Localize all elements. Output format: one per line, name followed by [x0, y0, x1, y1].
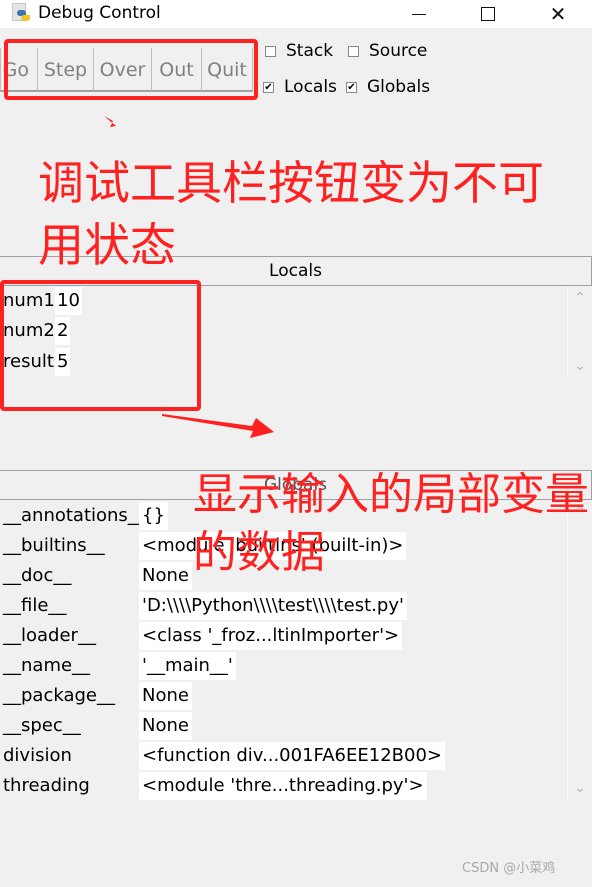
scroll-up-icon[interactable]: ⌃: [574, 291, 586, 305]
var-name: __package__: [3, 685, 115, 706]
var-name: num2: [3, 320, 55, 341]
over-button[interactable]: Over: [94, 48, 152, 92]
watermark: CSDN @小菜鸡: [462, 861, 556, 876]
go-button[interactable]: Go: [0, 48, 38, 92]
locals-scrollbar[interactable]: ⌃ ⌄: [567, 286, 592, 378]
maximize-icon: [481, 7, 495, 21]
minimize-icon: [412, 13, 426, 15]
checkbox-label: Globals: [367, 77, 431, 97]
checkbox-box[interactable]: ✔: [346, 81, 357, 93]
python-app-icon: [10, 3, 30, 23]
var-value: {}: [139, 502, 168, 530]
var-value: None: [139, 682, 192, 710]
globals-header: Globals: [0, 470, 592, 500]
locals-checkbox[interactable]: ✔ Locals: [263, 77, 337, 97]
checkbox-label: Source: [369, 41, 428, 61]
var-name: __doc__: [3, 565, 72, 586]
var-value: <class '_froz...ltinImporter'>: [139, 622, 403, 650]
var-name: __spec__: [3, 715, 81, 736]
var-value: 5: [55, 348, 71, 376]
var-name: threading: [3, 775, 90, 796]
var-name: __builtins__: [3, 535, 105, 556]
scroll-up-icon[interactable]: ⌃: [574, 505, 586, 519]
quit-button[interactable]: Quit: [202, 48, 253, 92]
stack-checkbox[interactable]: Stack: [265, 41, 333, 61]
var-name: num1: [3, 290, 55, 311]
maximize-button[interactable]: [465, 0, 511, 28]
var-value: 'D:\\\\Python\\\\test\\\\test.py': [139, 592, 407, 620]
checkbox-label: Stack: [286, 41, 334, 61]
checkbox-box[interactable]: [265, 45, 276, 57]
var-name: __annotations__: [3, 505, 146, 526]
var-name: __name__: [3, 655, 91, 676]
globals-scrollbar[interactable]: ⌃ ⌄: [567, 500, 592, 800]
checkbox-box[interactable]: [348, 45, 359, 57]
var-value: <module 'builtins' (built-in)>: [139, 532, 407, 560]
close-button[interactable]: ✕: [535, 0, 581, 28]
checkbox-box[interactable]: ✔: [263, 81, 274, 93]
var-name: division: [3, 745, 72, 766]
var-value: 10: [55, 287, 82, 315]
window-title: Debug Control: [38, 3, 161, 23]
var-value: <module 'thre...threading.py'>: [139, 772, 427, 800]
var-name: result: [3, 351, 54, 372]
var-name: __file__: [3, 595, 67, 616]
var-value: None: [139, 712, 192, 740]
globals-checkbox[interactable]: ✔ Globals: [346, 77, 430, 97]
title-bar: Debug Control ✕: [0, 0, 592, 28]
source-checkbox[interactable]: Source: [348, 41, 427, 61]
out-button[interactable]: Out: [152, 48, 202, 92]
small-arrow-icon: [104, 116, 116, 127]
var-value: None: [139, 562, 192, 590]
minimize-button[interactable]: [396, 0, 442, 28]
checkbox-label: Locals: [284, 77, 337, 97]
var-name: __loader__: [3, 625, 96, 646]
pointer-arrow-icon: [162, 414, 274, 438]
locals-header: Locals: [0, 256, 592, 286]
var-value: <function div...001FA6EE12B00>: [139, 742, 445, 770]
var-value: '__main__': [139, 652, 236, 680]
scroll-down-icon[interactable]: ⌄: [574, 359, 586, 373]
debug-toolbar: Go Step Over Out Quit: [0, 48, 253, 92]
step-button[interactable]: Step: [38, 48, 94, 92]
scroll-down-icon[interactable]: ⌄: [574, 781, 586, 795]
var-value: 2: [55, 317, 71, 345]
